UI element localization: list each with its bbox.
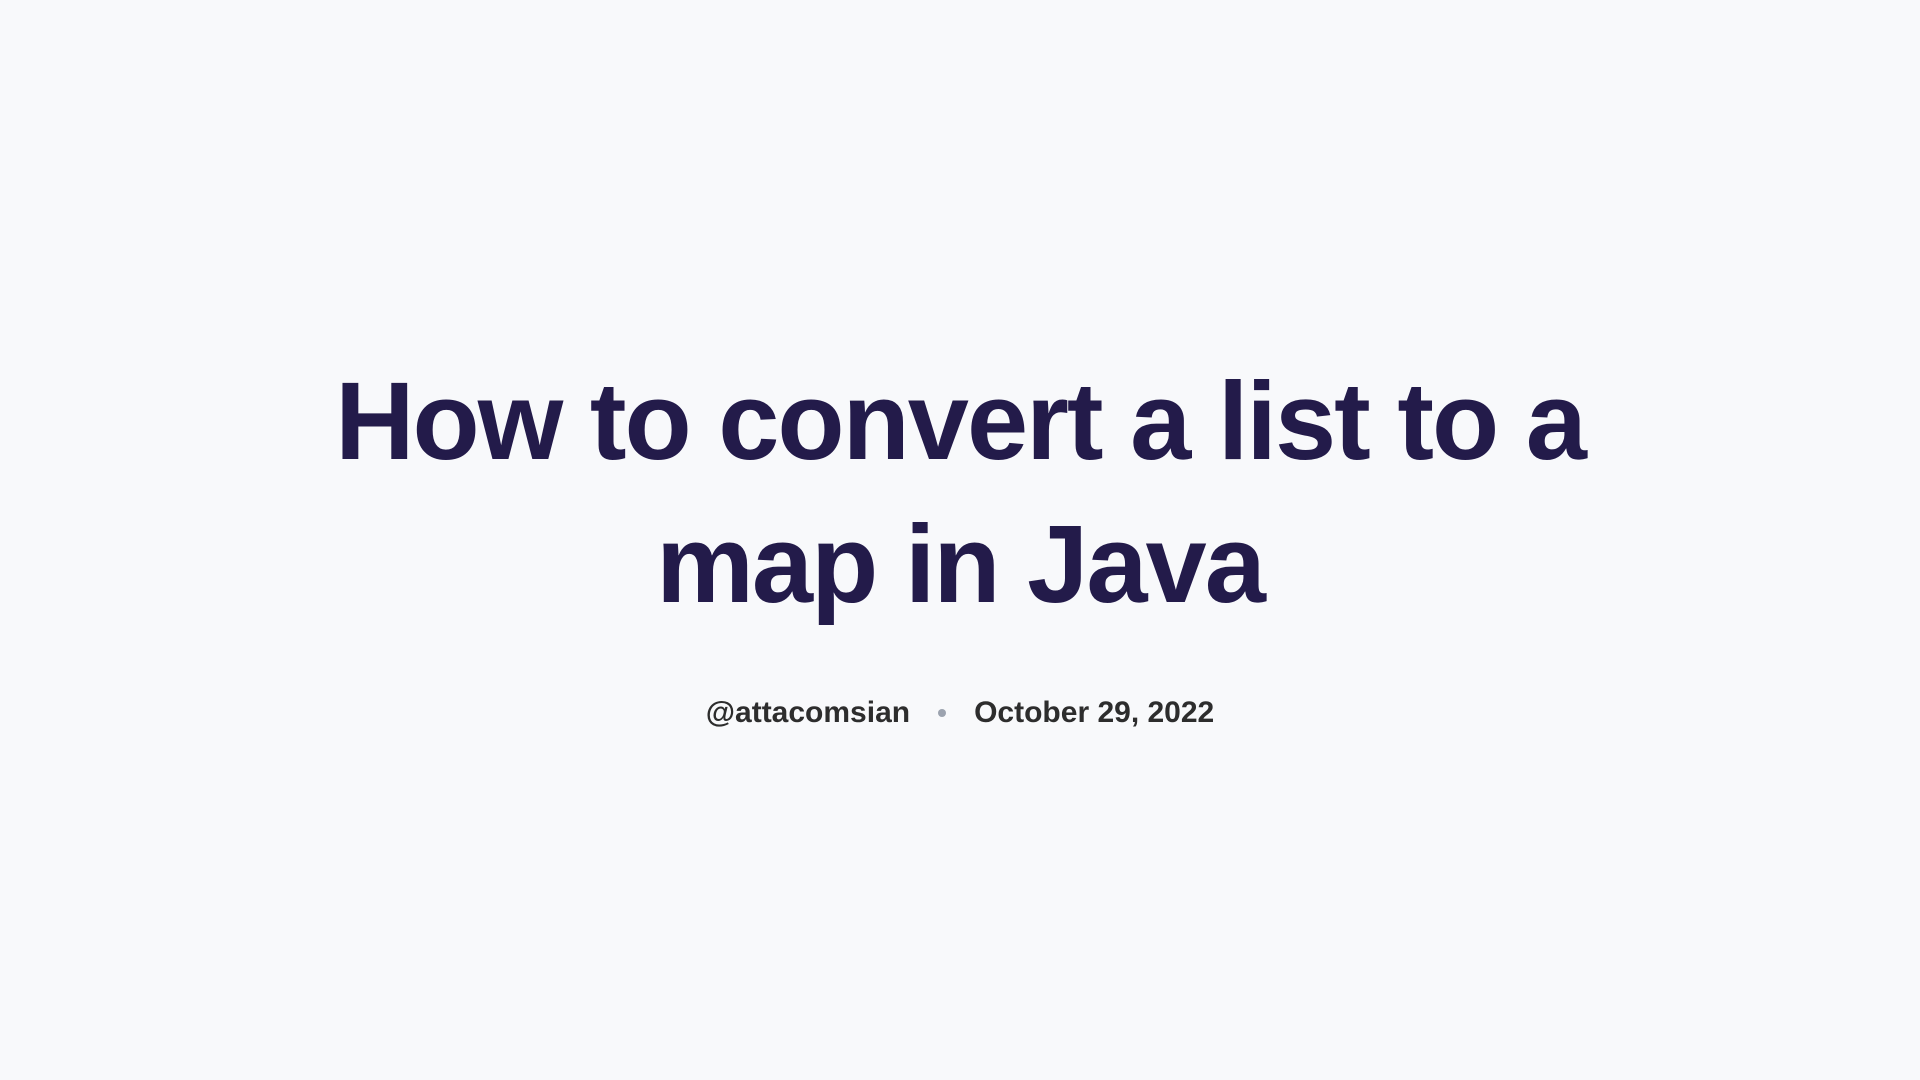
article-meta: @attacomsian October 29, 2022 bbox=[310, 696, 1610, 730]
meta-separator bbox=[938, 709, 946, 717]
article-header: How to convert a list to a map in Java @… bbox=[310, 350, 1610, 730]
article-title: How to convert a list to a map in Java bbox=[310, 350, 1610, 636]
publish-date: October 29, 2022 bbox=[974, 696, 1214, 730]
author-handle: @attacomsian bbox=[706, 696, 910, 730]
